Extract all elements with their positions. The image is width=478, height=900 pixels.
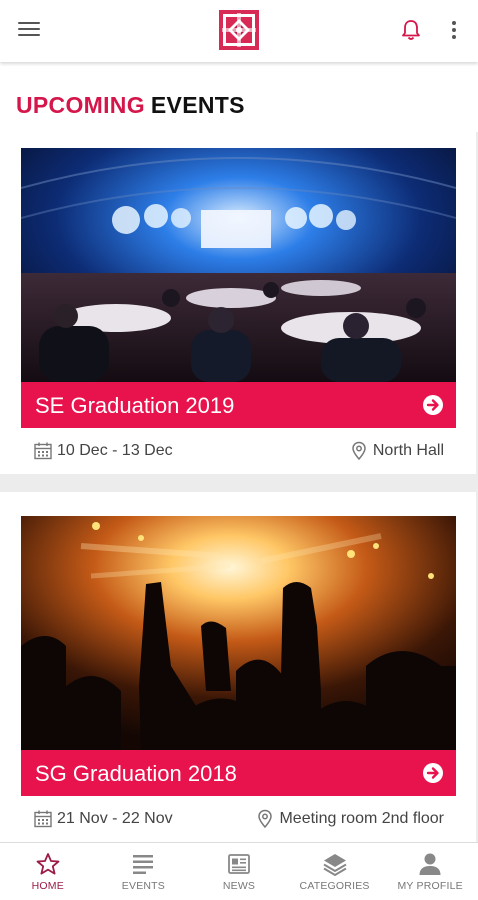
event-title-bar[interactable]: SE Graduation 2019 xyxy=(21,382,456,428)
page-title-rest: EVENTS xyxy=(150,92,245,118)
event-date: 10 Dec - 13 Dec xyxy=(33,441,173,461)
calendar-icon xyxy=(34,810,52,828)
more-vert-icon[interactable] xyxy=(444,17,464,43)
event-date-text: 21 Nov - 22 Nov xyxy=(57,810,173,827)
page-title-highlight: UPCOMING xyxy=(16,92,145,118)
event-meta: 21 Nov - 22 Nov Meeting room 2nd floor xyxy=(21,802,456,838)
person-icon xyxy=(419,853,441,875)
event-card[interactable]: SE Graduation 2019 10 Dec - 13 Dec North… xyxy=(0,132,476,474)
event-date: 21 Nov - 22 Nov xyxy=(33,809,173,829)
event-location-text: North Hall xyxy=(372,442,444,459)
page-title: UPCOMING EVENTS xyxy=(16,92,245,119)
menu-icon[interactable] xyxy=(16,18,42,44)
newspaper-icon xyxy=(228,853,250,874)
location-pin-icon xyxy=(352,441,366,461)
event-title: SG Graduation 2018 xyxy=(35,761,237,786)
event-location: Meeting room 2nd floor xyxy=(257,809,444,829)
event-location: North Hall xyxy=(351,441,444,461)
layers-icon xyxy=(323,853,347,876)
location-pin-icon xyxy=(258,809,273,829)
list-icon xyxy=(133,854,154,874)
nav-tab-news[interactable]: NEWS xyxy=(191,843,287,900)
event-card[interactable]: SG Graduation 2018 21 Nov - 22 Nov Meeti… xyxy=(0,492,476,842)
nav-tab-my-profile[interactable]: MY PROFILE xyxy=(382,843,478,900)
nav-tab-categories[interactable]: CATEGORIES xyxy=(287,843,383,900)
nav-tab-label: NEWS xyxy=(222,879,256,892)
event-meta: 10 Dec - 13 Dec North Hall xyxy=(21,434,456,470)
banquet-hall-photo xyxy=(21,148,456,382)
calendar-icon xyxy=(34,442,52,460)
concert-crowd-photo xyxy=(21,516,456,750)
event-location-text: Meeting room 2nd floor xyxy=(279,810,444,827)
bottom-navigation: HOME EVENTS NEWS CATEGORIES MY PROFILE xyxy=(0,842,478,900)
nav-tab-events[interactable]: EVENTS xyxy=(96,843,192,900)
nav-tab-label: CATEGORIES xyxy=(299,879,370,892)
event-date-text: 10 Dec - 13 Dec xyxy=(57,442,173,459)
nav-tab-label: HOME xyxy=(31,879,64,892)
bell-icon[interactable] xyxy=(398,17,424,43)
star-icon xyxy=(36,852,60,875)
nav-tab-label: MY PROFILE xyxy=(397,879,463,892)
nav-tab-home[interactable]: HOME xyxy=(0,843,96,900)
arrow-circle-right-icon[interactable] xyxy=(422,394,444,416)
app-logo[interactable] xyxy=(219,10,259,50)
app-bar xyxy=(0,0,478,62)
event-title: SE Graduation 2019 xyxy=(35,393,235,418)
event-title-bar[interactable]: SG Graduation 2018 xyxy=(21,750,456,796)
nav-tab-label: EVENTS xyxy=(121,879,165,892)
arrow-circle-right-icon[interactable] xyxy=(422,762,444,784)
